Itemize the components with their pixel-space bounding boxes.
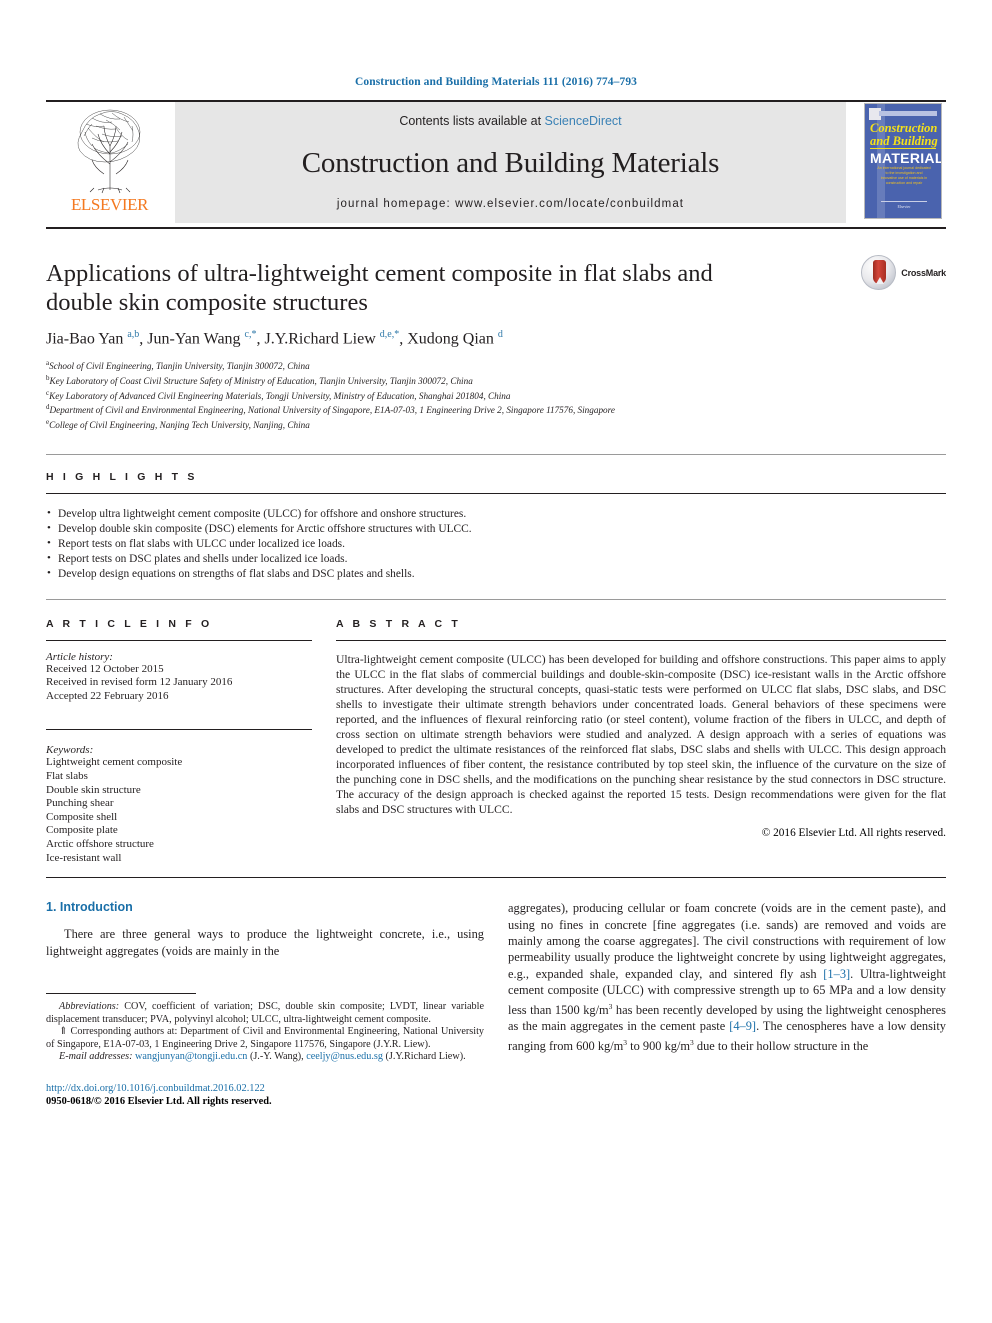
email-link-wang[interactable]: wangjunyan@tongji.edu.cn bbox=[135, 1051, 247, 1062]
keyword-item: Composite shell bbox=[46, 810, 118, 823]
elsevier-tree-icon bbox=[77, 109, 140, 194]
cover-footer: Elsevier bbox=[897, 204, 911, 209]
list-item: Develop ultra lightweight cement composi… bbox=[46, 506, 946, 522]
page-title: Applications of ultra-lightweight cement… bbox=[46, 260, 713, 316]
doi-link[interactable]: http://dx.doi.org/10.1016/j.conbuildmat.… bbox=[46, 1082, 484, 1095]
affiliation-list: aSchool of Civil Engineering, Tianjin Un… bbox=[46, 358, 946, 431]
intro-paragraph-right: aggregates), producing cellular or foam … bbox=[508, 900, 946, 1054]
cover-line-3: MATERIALS bbox=[870, 150, 941, 166]
affiliation-item: bKey Laboratory of Coast Civil Structure… bbox=[46, 373, 473, 387]
abbrev-label: Abbreviations: bbox=[59, 1000, 120, 1012]
elsevier-logo: ELSEVIER bbox=[46, 102, 173, 223]
email-label: E-mail addresses: bbox=[59, 1051, 133, 1063]
abstract-column: A B S T R A C T Ultra-lightweight cement… bbox=[336, 618, 946, 866]
email-link-liew[interactable]: ceeljy@nus.edu.sg bbox=[306, 1051, 383, 1062]
abstract-copyright: © 2016 Elsevier Ltd. All rights reserved… bbox=[761, 826, 946, 839]
body-columns: 1. Introduction There are three general … bbox=[46, 878, 946, 1107]
citation-ref-1[interactable]: [1–3] bbox=[823, 967, 850, 981]
journal-homepage-url[interactable]: journal homepage: www.elsevier.com/locat… bbox=[337, 198, 684, 210]
footnote-corresponding: ⇑ Corresponding authors at: Department o… bbox=[46, 1026, 484, 1051]
section-title-introduction: 1. Introduction bbox=[46, 900, 133, 915]
keyword-item: Lightweight cement composite bbox=[46, 756, 183, 769]
keyword-item: Composite plate bbox=[46, 824, 118, 837]
keyword-item: Ice-resistant wall bbox=[46, 851, 122, 864]
article-history-revised: Received in revised form 12 January 2016 bbox=[46, 676, 233, 689]
list-item: Report tests on DSC plates and shells un… bbox=[46, 551, 946, 567]
affiliation-item: eCollege of Civil Engineering, Nanjing T… bbox=[46, 417, 310, 431]
article-history-accepted: Accepted 22 February 2016 bbox=[46, 689, 169, 702]
contents-prefix: Contents lists available at bbox=[399, 114, 542, 128]
journal-cover-thumbnail[interactable]: Constructionand Building MATERIALS An in… bbox=[860, 102, 946, 223]
crossmark-label: CrossMark bbox=[901, 267, 946, 278]
abstract-heading: A B S T R A C T bbox=[336, 617, 461, 630]
intro-right-text-3b: to 900 kg/m bbox=[627, 1038, 691, 1053]
email-owner-liew: (J.Y.Richard Liew). bbox=[382, 1051, 466, 1063]
keyword-item: Double skin structure bbox=[46, 783, 141, 796]
email-owner-wang: (J.-Y. Wang), bbox=[247, 1051, 307, 1063]
doi-block: http://dx.doi.org/10.1016/j.conbuildmat.… bbox=[46, 1064, 484, 1107]
corresponding-marker: ⇑ bbox=[59, 1026, 68, 1038]
crossmark-badge[interactable]: CrossMark bbox=[861, 255, 946, 290]
footnote-emails: E-mail addresses: wangjunyan@tongji.edu.… bbox=[46, 1051, 484, 1064]
body-column-right: aggregates), producing cellular or foam … bbox=[508, 900, 946, 1107]
highlights-heading: H I G H L I G H T S bbox=[46, 470, 198, 483]
abstract-text: Ultra-lightweight cement composite (ULCC… bbox=[336, 652, 946, 816]
paper-page: Construction and Building Materials 111 … bbox=[0, 0, 992, 1323]
highlights-list: Develop ultra lightweight cement composi… bbox=[46, 494, 946, 583]
journal-title: Construction and Building Materials bbox=[301, 146, 720, 179]
sciencedirect-link[interactable]: ScienceDirect bbox=[545, 114, 622, 128]
keyword-item: Punching shear bbox=[46, 797, 114, 810]
keyword-item: Arctic offshore structure bbox=[46, 837, 154, 850]
keywords-label: Keywords: bbox=[46, 744, 94, 757]
title-block: CrossMark Applications of ultra-lightwei… bbox=[46, 229, 946, 432]
article-history-label: Article history: bbox=[46, 650, 113, 663]
intro-right-text-3c: due to their hollow structure in the bbox=[693, 1038, 869, 1053]
list-item: Develop double skin composite (DSC) elem… bbox=[46, 521, 946, 537]
affiliation-item: dDepartment of Civil and Environmental E… bbox=[46, 403, 615, 416]
info-abstract-row: A R T I C L E I N F O Article history: R… bbox=[46, 600, 946, 866]
cover-blurb: An international journal dedicated to th… bbox=[877, 166, 931, 185]
footnote-abbreviations: Abbreviations: COV, coefficient of varia… bbox=[46, 1001, 484, 1026]
list-item: Develop design equations on strengths of… bbox=[46, 566, 946, 582]
cover-line-1: Construction and Building bbox=[870, 121, 938, 148]
affiliation-item: cKey Laboratory of Advanced Civil Engine… bbox=[46, 388, 511, 401]
article-info-heading: A R T I C L E I N F O bbox=[46, 617, 213, 630]
affiliation-item: aSchool of Civil Engineering, Tianjin Un… bbox=[46, 359, 310, 372]
author-list: Jia-Bao Yan a,b, Jun-Yan Wang c,*, J.Y.R… bbox=[46, 329, 503, 348]
crossmark-icon bbox=[861, 255, 897, 290]
journal-masthead: ELSEVIER Contents lists available at Sci… bbox=[46, 102, 946, 223]
running-head: Construction and Building Materials 111 … bbox=[354, 76, 638, 88]
citation-ref-2[interactable]: [4–9] bbox=[729, 1019, 756, 1033]
article-info-column: A R T I C L E I N F O Article history: R… bbox=[46, 618, 312, 866]
intro-paragraph-left: There are three general ways to produce … bbox=[46, 927, 484, 958]
issn-copyright: 0950-0618/© 2016 Elsevier Ltd. All right… bbox=[46, 1095, 272, 1107]
keywords-block: Keywords: Lightweight cement composite F… bbox=[46, 730, 312, 865]
corresponding-text: Corresponding authors at: Department of … bbox=[46, 1026, 484, 1050]
keyword-item: Flat slabs bbox=[46, 770, 88, 782]
elsevier-wordmark: ELSEVIER bbox=[70, 195, 149, 214]
footnotes-block: Abbreviations: COV, coefficient of varia… bbox=[46, 994, 484, 1064]
list-item: Report tests on flat slabs with ULCC und… bbox=[46, 536, 946, 552]
article-history-received: Received 12 October 2015 bbox=[46, 662, 164, 675]
article-info-rule bbox=[46, 639, 312, 641]
journal-band: Contents lists available at ScienceDirec… bbox=[175, 102, 846, 223]
body-column-left: 1. Introduction There are three general … bbox=[46, 900, 484, 1107]
contents-available-line: Contents lists available at ScienceDirec… bbox=[399, 114, 621, 128]
